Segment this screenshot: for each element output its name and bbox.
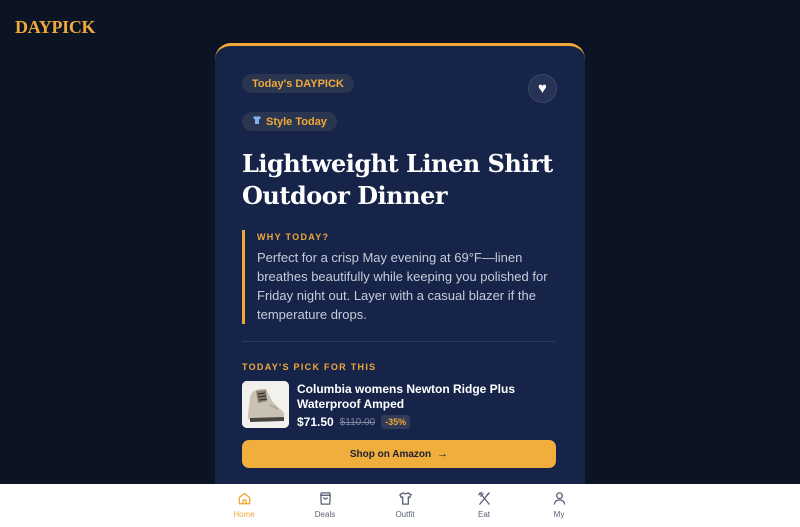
favorite-button[interactable]: ♥	[528, 74, 557, 103]
nav-item-outfit[interactable]: Outfit	[375, 491, 435, 519]
shop-on-amazon-button[interactable]: Shop on Amazon →	[242, 440, 556, 468]
product-title[interactable]: Columbia womens Newton Ridge Plus Waterp…	[297, 382, 562, 412]
shirt-icon	[398, 492, 412, 505]
price-row: $71.50 $110.00 -35%	[297, 415, 411, 429]
bag-icon	[319, 492, 331, 505]
nav-item-deals[interactable]: Deals	[295, 491, 355, 519]
product-price: $71.50	[297, 415, 334, 429]
nav-item-my[interactable]: My	[529, 491, 589, 519]
divider	[242, 341, 555, 342]
arrow-right-icon: →	[437, 448, 449, 460]
pick-title: Lightweight Linen Shirt Outdoor Dinner	[242, 149, 553, 210]
shop-button-label: Shop on Amazon	[349, 448, 432, 460]
product-image[interactable]	[242, 381, 289, 428]
why-today-text: Perfect for a crisp May evening at 69°F—…	[257, 250, 548, 322]
home-icon	[238, 492, 250, 505]
why-today-section: WHY TODAY? Perfect for a crisp May eveni…	[242, 230, 557, 324]
shirt-icon	[252, 115, 262, 128]
pick-section-label: TODAY'S PICK FOR THIS	[242, 362, 377, 372]
nav-label-outfit: Outfit	[395, 510, 415, 519]
daypick-card: Today's DAYPICK ♥ Style Today Lightweigh…	[215, 43, 585, 503]
category-badge: Style Today	[242, 112, 337, 131]
nav-label-eat: Eat	[477, 510, 490, 519]
nav-item-eat[interactable]: Eat	[454, 491, 514, 519]
heart-icon: ♥	[538, 80, 547, 97]
brand-logo[interactable]: DAYPICK	[15, 17, 96, 38]
nav-label-deals: Deals	[314, 510, 336, 519]
product-old-price: $110.00	[339, 416, 376, 428]
utensils-icon	[477, 491, 490, 505]
today-badge: Today's DAYPICK	[242, 74, 354, 93]
why-today-label: WHY TODAY?	[257, 232, 330, 242]
nav-item-home[interactable]: Home	[214, 491, 274, 519]
user-icon	[553, 492, 565, 505]
bottom-nav: Home Deals Outfit Eat My	[0, 484, 800, 527]
discount-badge: -35%	[381, 415, 411, 429]
category-label: Style Today	[266, 115, 327, 128]
nav-label-home: Home	[233, 510, 255, 519]
nav-label-my: My	[553, 510, 565, 519]
